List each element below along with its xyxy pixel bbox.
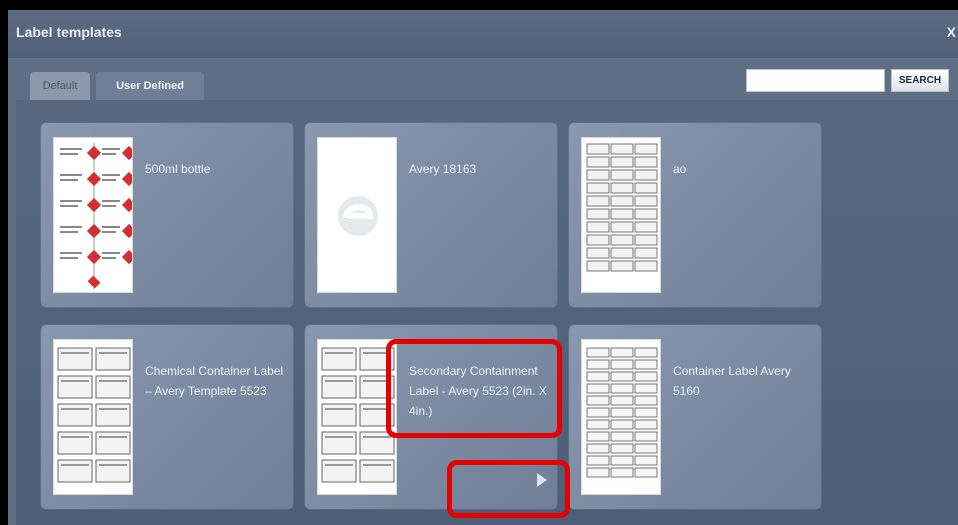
template-title: Container Label Avery 5160 — [673, 364, 791, 398]
template-card-500ml-bottle[interactable]: 500ml bottle — [41, 123, 293, 307]
search-input[interactable] — [746, 69, 885, 92]
close-icon[interactable]: X — [947, 24, 956, 40]
template-card-container-label-avery-5160[interactable]: Container Label Avery 5160 — [569, 325, 821, 509]
template-thumbnail — [317, 137, 397, 293]
screen-border-left — [0, 0, 8, 525]
label-templates-dialog: Label templates X Default User Defined S… — [8, 10, 958, 525]
dialog-titlebar: Label templates X — [8, 10, 958, 58]
template-thumbnail — [317, 339, 397, 495]
tab-user-defined[interactable]: User Defined — [96, 72, 204, 100]
play-icon[interactable] — [537, 473, 547, 487]
template-card-avery-18163[interactable]: Avery 18163 — [305, 123, 557, 307]
screen-border-top — [0, 0, 958, 10]
template-title: Avery 18163 — [409, 162, 477, 176]
template-title: Secondary Containment Label - Avery 5523… — [409, 364, 547, 418]
tab-default[interactable]: Default — [30, 72, 90, 100]
template-title: 500ml bottle — [145, 162, 211, 176]
template-card-secondary-containment-label[interactable]: Secondary Containment Label - Avery 5523… — [305, 325, 557, 509]
template-card-ao[interactable]: ao — [569, 123, 821, 307]
templates-grid: 500ml bottle Avery 18163 ao Chemical Con… — [16, 100, 958, 525]
template-thumbnail — [53, 339, 133, 495]
template-thumbnail — [53, 137, 133, 293]
dialog-title: Label templates — [16, 24, 122, 40]
template-thumbnail — [581, 137, 661, 293]
search-button[interactable]: SEARCH — [891, 69, 949, 92]
template-card-chemical-container-label[interactable]: Chemical Container Label – Avery Templat… — [41, 325, 293, 509]
template-title: Chemical Container Label – Avery Templat… — [145, 364, 284, 398]
template-title: ao — [673, 162, 687, 176]
template-thumbnail — [581, 339, 661, 495]
